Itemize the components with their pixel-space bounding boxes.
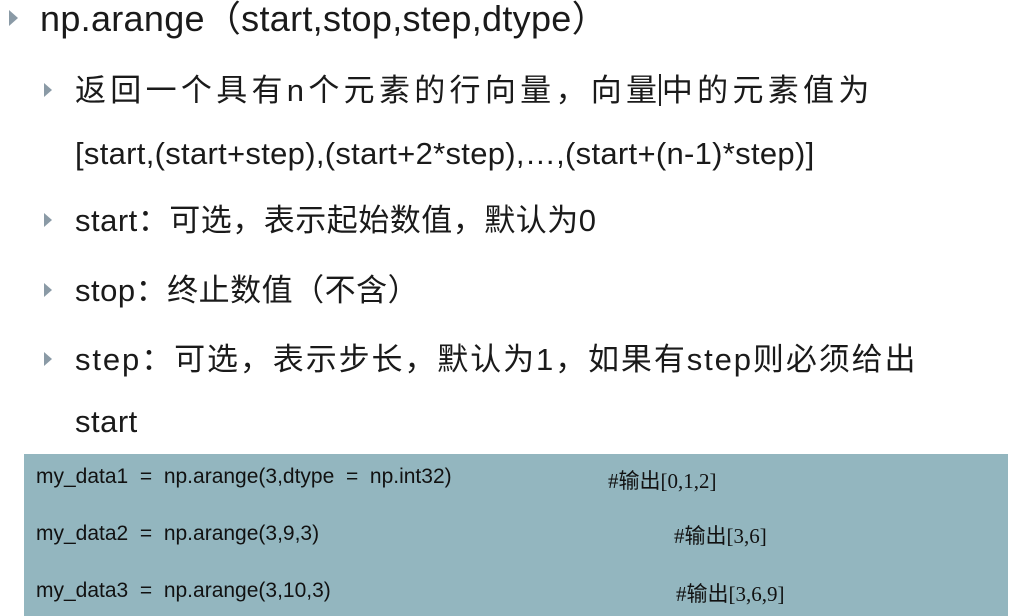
bullet-1-text-after-caret: 中的元素值为 [661, 73, 874, 108]
bullet-icon [44, 283, 52, 297]
code-comment-1: #输出[0,1,2] [608, 469, 717, 493]
code-comment-3: #输出[3,6,9] [676, 582, 785, 606]
code-line-3: my_data3 = np.arange(3,10,3) [36, 579, 331, 602]
code-block: my_data1 = np.arange(3,dtype = np.int32)… [24, 454, 1008, 616]
code-line-2: my_data2 = np.arange(3,9,3) [36, 522, 320, 545]
bullet-3-text: stop：终止数值（不含） [75, 273, 420, 308]
bullet-icon [44, 83, 52, 97]
bullet-2-text: start：可选，表示起始数值，默认为0 [75, 203, 597, 238]
bullet-4-line-1: step：可选，表示步长，默认为1，如果有step则必须给出 [75, 342, 918, 377]
bullet-icon [44, 213, 52, 227]
code-comment-2: #输出[3,6] [674, 524, 767, 548]
code-line-1: my_data1 = np.arange(3,dtype = np.int32) [36, 465, 452, 488]
bullet-1-line-1: 返回一个具有n个元素的行向量，向量中的元素值为 [75, 74, 874, 106]
text-caret [659, 74, 661, 106]
bullet-icon [44, 352, 52, 366]
bullet-1-text-before-caret: 返回一个具有n个元素的行向量，向量 [75, 73, 662, 108]
title-bullet-icon [9, 10, 18, 26]
page-title: np.arange（start,stop,step,dtype） [40, 0, 608, 39]
bullet-4-line-2: start [75, 404, 138, 439]
bullet-1-line-2: [start,(start+step),(start+2*step),…,(st… [75, 136, 815, 171]
